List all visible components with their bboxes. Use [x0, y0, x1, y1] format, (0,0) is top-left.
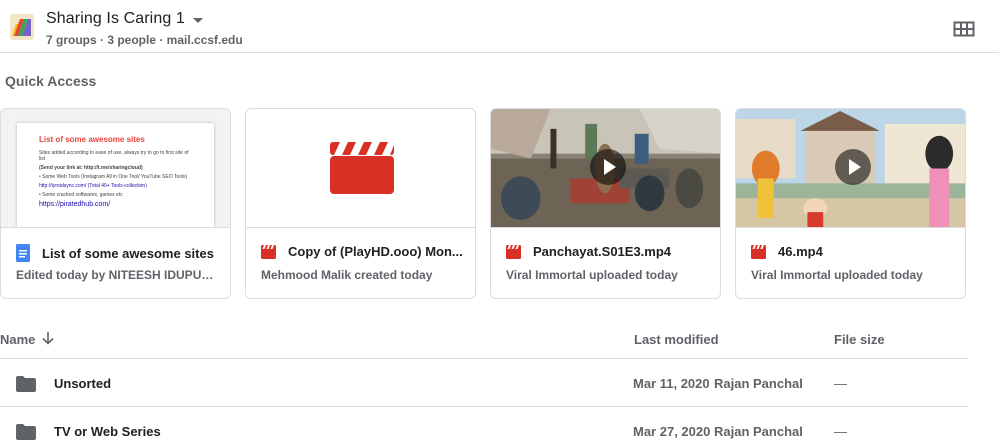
doc-preview-link: https://piratedhub.com/	[39, 201, 111, 208]
caret-down-icon	[192, 17, 203, 23]
video-file-icon	[261, 244, 276, 259]
row-modified-by: Rajan Panchal	[714, 376, 803, 391]
doc-preview-page: List of some awesome sites Sites added a…	[17, 123, 214, 227]
card-activity: Edited today by NITEESH IDUPULA...	[16, 268, 216, 282]
doc-preview-line: Sites added according to ease of use, al…	[39, 150, 189, 162]
video-file-icon	[751, 244, 766, 259]
card-activity: Viral Immortal uploaded today	[506, 268, 678, 282]
row-modified-date: Mar 27, 2020	[633, 424, 711, 439]
doc-preview-line: (Send your link at: http://t.me/sharingc…	[39, 165, 143, 171]
doc-preview-line: • Some Web Tools (Instagram All in One T…	[39, 174, 188, 180]
folder-icon	[16, 376, 36, 392]
video-placeholder-thumbnail	[246, 109, 475, 228]
shared-drive-header: Sharing Is Caring 1 7 groups · 3 people …	[0, 0, 999, 53]
google-docs-icon	[16, 244, 30, 262]
card-file-name: List of some awesome sites	[42, 245, 214, 261]
folder-icon	[16, 424, 36, 440]
quick-access-card-video[interactable]: Panchayat.S01E3.mp4 Viral Immortal uploa…	[490, 108, 721, 299]
card-activity: Mehmood Malik created today	[261, 268, 433, 282]
row-file-size: —	[834, 424, 847, 439]
quick-access-heading: Quick Access	[5, 73, 97, 89]
doc-preview-heading: List of some awesome sites	[39, 135, 145, 144]
video-thumbnail	[736, 109, 965, 228]
card-file-name: 46.mp4	[778, 244, 823, 259]
drive-title-dropdown[interactable]: Sharing Is Caring 1	[46, 10, 203, 28]
quick-access-card-video[interactable]: 46.mp4 Viral Immortal uploaded today	[735, 108, 966, 299]
table-row[interactable]: TV or Web Series Mar 27, 2020 Rajan Panc…	[0, 407, 968, 447]
sort-arrow-down-icon[interactable]	[40, 330, 56, 346]
doc-preview-line: • Some cracked softwares, games etc	[39, 192, 123, 198]
video-file-icon	[506, 244, 521, 259]
shared-drive-logo-icon	[10, 14, 34, 40]
table-row[interactable]: Unsorted Mar 11, 2020 Rajan Panchal —	[0, 359, 968, 407]
column-header-file-size[interactable]: File size	[834, 332, 885, 347]
doc-preview-line: http://tyroidsync.com/ (Total 40+ Tools-…	[39, 183, 147, 189]
quick-access-card-video[interactable]: Copy of (PlayHD.ooo) Mon... Mehmood Mali…	[245, 108, 476, 299]
clapperboard-icon	[330, 142, 394, 194]
file-list-header: Name Last modified File size	[0, 323, 968, 359]
row-modified-by: Rajan Panchal	[714, 424, 803, 439]
row-modified-date: Mar 11, 2020	[633, 376, 710, 391]
drive-members-summary[interactable]: 7 groups · 3 people · mail.ccsf.edu	[46, 33, 243, 47]
quick-access-card-doc[interactable]: List of some awesome sites Sites added a…	[0, 108, 231, 299]
drive-title: Sharing Is Caring 1	[46, 10, 185, 27]
row-folder-name: Unsorted	[54, 376, 112, 391]
column-header-last-modified[interactable]: Last modified	[634, 332, 719, 347]
doc-thumbnail: List of some awesome sites Sites added a…	[1, 109, 230, 228]
row-file-size: —	[834, 376, 847, 391]
play-icon[interactable]	[590, 149, 626, 185]
column-header-name[interactable]: Name	[0, 332, 35, 347]
video-thumbnail	[491, 109, 720, 228]
card-file-name: Copy of (PlayHD.ooo) Mon...	[288, 244, 463, 259]
card-activity: Viral Immortal uploaded today	[751, 268, 923, 282]
row-folder-name: TV or Web Series	[54, 424, 161, 439]
card-file-name: Panchayat.S01E3.mp4	[533, 244, 672, 259]
play-icon[interactable]	[835, 149, 871, 185]
grid-view-icon[interactable]	[953, 20, 975, 38]
